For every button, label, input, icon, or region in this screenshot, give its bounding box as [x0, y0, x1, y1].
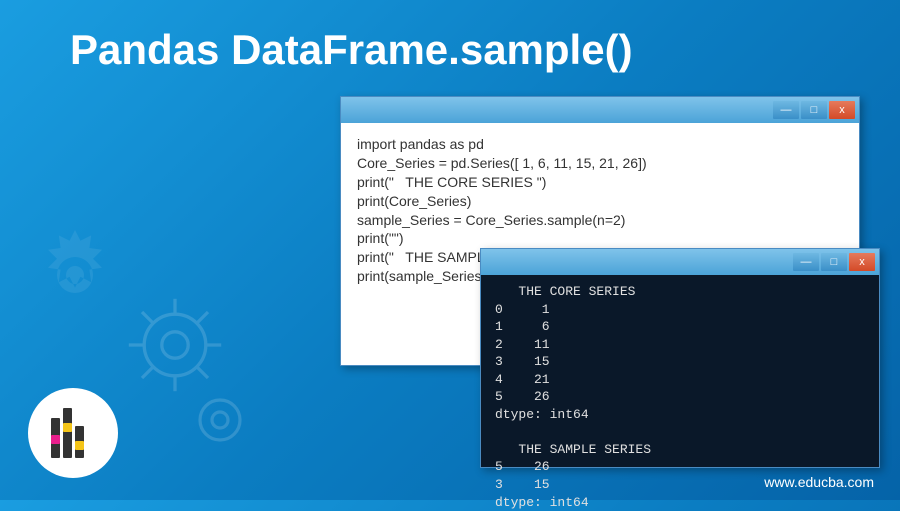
page-title: Pandas DataFrame.sample() — [70, 26, 633, 74]
minimize-button[interactable]: — — [793, 253, 819, 271]
attribution-text: www.educba.com — [764, 474, 874, 490]
gear-icon — [180, 380, 260, 460]
minimize-button[interactable]: — — [773, 101, 799, 119]
maximize-button[interactable]: □ — [821, 253, 847, 271]
close-button[interactable]: x — [829, 101, 855, 119]
terminal-window: — □ x THE CORE SERIES 0 1 1 6 2 11 3 15 … — [480, 248, 880, 468]
maximize-button[interactable]: □ — [801, 101, 827, 119]
close-button[interactable]: x — [849, 253, 875, 271]
window-titlebar: — □ x — [481, 249, 879, 275]
gear-icon — [30, 230, 120, 320]
window-titlebar: — □ x — [341, 97, 859, 123]
terminal-output: THE CORE SERIES 0 1 1 6 2 11 3 15 4 21 5… — [481, 275, 879, 467]
educba-logo — [28, 388, 118, 478]
